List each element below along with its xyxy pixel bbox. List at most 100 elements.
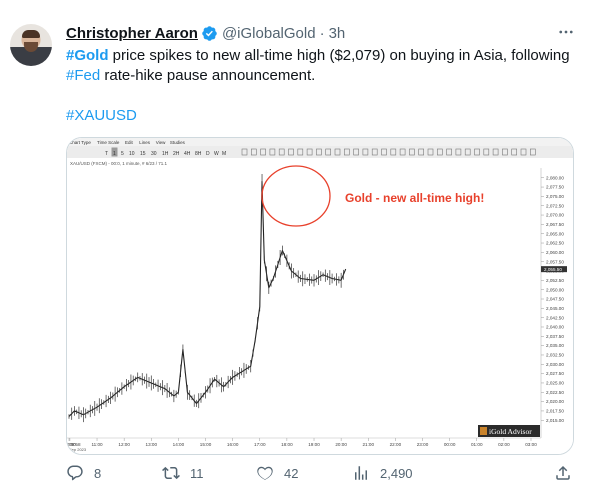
chart-menu-item: Chart Type (69, 140, 91, 145)
x-tick-label: 15:00 (200, 442, 212, 447)
y-tick-label: 2,045.00 (546, 306, 564, 311)
separator-dot: · (319, 24, 325, 42)
x-tick-label: 23:00 (417, 442, 429, 447)
avatar-beard (24, 42, 38, 52)
y-tick-label: 2,040.00 (546, 325, 564, 330)
toolbar-timeframe: D (206, 151, 210, 157)
repost-count: 11 (190, 465, 204, 481)
y-tick-label: 2,075.00 (546, 194, 564, 199)
y-tick-label: 2,070.00 (546, 213, 564, 218)
y-tick-label: 2,060.00 (546, 250, 564, 255)
x-tick-label: 20:00 (335, 442, 347, 447)
tweet-text-part2: rate-hike pause announcement. (100, 67, 316, 84)
price-chart: Chart Type Time Scale Edit Lines View Studies… (67, 138, 573, 454)
toolbar-timeframe: 30 (151, 151, 157, 157)
last-price-label: 2,055.50 (544, 267, 562, 272)
x-tick-label: 02:00 (498, 442, 510, 447)
x-tick-label: 00:00 (444, 442, 456, 447)
y-tick-label: 2,020.00 (546, 399, 564, 404)
x-tick-label: 12:00 (118, 442, 130, 447)
more-dots-icon (559, 30, 573, 34)
x-tick-label: 03:00 (525, 442, 537, 447)
toolbar-timeframe: 15 (140, 151, 146, 157)
y-tick-label: 2,057.50 (546, 259, 564, 264)
x-tick-label: 18:00 (281, 442, 293, 447)
y-tick-label: 2,030.00 (546, 362, 564, 367)
toolbar-timeframe: 10 (129, 151, 135, 157)
reply-count: 8 (94, 465, 102, 481)
x-tick-label: 11:00 (91, 442, 103, 447)
chart-menu-item: View (156, 140, 166, 145)
x-tick-label: 16:00 (227, 442, 239, 447)
avatar-hair (22, 30, 40, 38)
tweet-timestamp[interactable]: 3h (329, 25, 346, 42)
toolbar-timeframe: 8H (195, 151, 202, 157)
x-tick-label: 01:00 (471, 442, 483, 447)
tweet-text-part1: price spikes to new all-time high ($2,07… (108, 47, 570, 64)
heart-icon (257, 466, 273, 480)
y-tick-label: 2,037.50 (546, 334, 564, 339)
chart-menu-item: Studies (170, 140, 186, 145)
repost-button[interactable]: 11 (162, 463, 204, 483)
author-handle[interactable]: @iGlobalGold (222, 25, 316, 42)
y-tick-label: 2,052.50 (546, 278, 564, 283)
repost-icon (162, 466, 180, 480)
like-button[interactable]: 42 (256, 463, 298, 483)
x-tick-label: 13:00 (146, 442, 158, 447)
y-tick-label: 2,022.50 (546, 390, 564, 395)
chart-menu-item: Time Scale (97, 140, 120, 145)
y-tick-label: 2,050.00 (546, 287, 564, 292)
tweet-header: Christopher Aaron @iGlobalGold · 3h (66, 23, 345, 43)
annotation-text: Gold - new all-time high! (345, 191, 484, 205)
like-count: 42 (284, 465, 299, 481)
share-button[interactable] (554, 463, 572, 483)
y-tick-label: 2,072.50 (546, 203, 564, 208)
y-tick-label: 2,047.50 (546, 297, 564, 302)
toolbar-timeframe: 1H (162, 151, 169, 157)
share-icon (556, 465, 570, 480)
chart-symbol-line: XAU/USD (FXCM) - 00:0, 1 minute, # 6/23 … (70, 161, 168, 166)
y-tick-label: 2,077.50 (546, 185, 564, 190)
reply-icon (67, 465, 83, 481)
tweet-actions: 8 11 42 2,490 (66, 463, 576, 483)
x-tick-label: 17:00 (254, 442, 266, 447)
more-icon[interactable] (556, 22, 576, 42)
toolbar-timeframe: T (105, 151, 108, 157)
y-tick-label: 2,042.50 (546, 315, 564, 320)
x-tick-label: 22:00 (390, 442, 402, 447)
watermark-text: iGold Advisor (489, 427, 532, 436)
y-tick-label: 2,080.00 (546, 175, 564, 180)
y-tick-label: 2,027.50 (546, 371, 564, 376)
views-button[interactable]: 2,490 (352, 463, 413, 483)
tweet: Christopher Aaron @iGlobalGold · 3h #Gol… (0, 0, 593, 491)
views-chart-icon (355, 466, 367, 480)
author-display-name[interactable]: Christopher Aaron (66, 25, 198, 42)
tweet-text: #Gold price spikes to new all-time high … (66, 46, 576, 86)
hashtag-gold[interactable]: #Gold (66, 47, 109, 64)
y-tick-label: 2,015.00 (546, 418, 564, 423)
views-count: 2,490 (380, 465, 413, 481)
x-tick-label: 19:00 (308, 442, 320, 447)
watermark-logo-icon (480, 427, 487, 435)
y-tick-label: 2,017.50 (546, 409, 564, 414)
reply-button[interactable]: 8 (66, 463, 101, 483)
y-tick-label: 2,032.50 (546, 353, 564, 358)
y-tick-label: 2,035.00 (546, 343, 564, 348)
x-tick-label: 14:00 (173, 442, 185, 447)
chart-menu-item: Lines (139, 140, 151, 145)
y-tick-label: 2,025.00 (546, 381, 564, 386)
toolbar-timeframe: 5 (121, 151, 124, 157)
toolbar-timeframe: 4H (184, 151, 191, 157)
avatar[interactable] (10, 24, 52, 66)
hashtag-fed[interactable]: #Fed (66, 67, 100, 84)
toolbar-timeframe: M (222, 151, 226, 157)
y-tick-label: 2,067.50 (546, 222, 564, 227)
hashtag-xauusd[interactable]: #XAUUSD (66, 106, 137, 126)
toolbar-timeframe: W (214, 151, 219, 157)
chart-image[interactable]: Chart Type Time Scale Edit Lines View Studies… (66, 137, 574, 455)
verified-badge-icon (202, 25, 217, 41)
y-tick-label: 2,062.50 (546, 241, 564, 246)
chart-date-label: Sep 2023 (69, 447, 87, 452)
x-tick-label: 21:00 (363, 442, 375, 447)
chart-menu-item: Edit (125, 140, 134, 145)
